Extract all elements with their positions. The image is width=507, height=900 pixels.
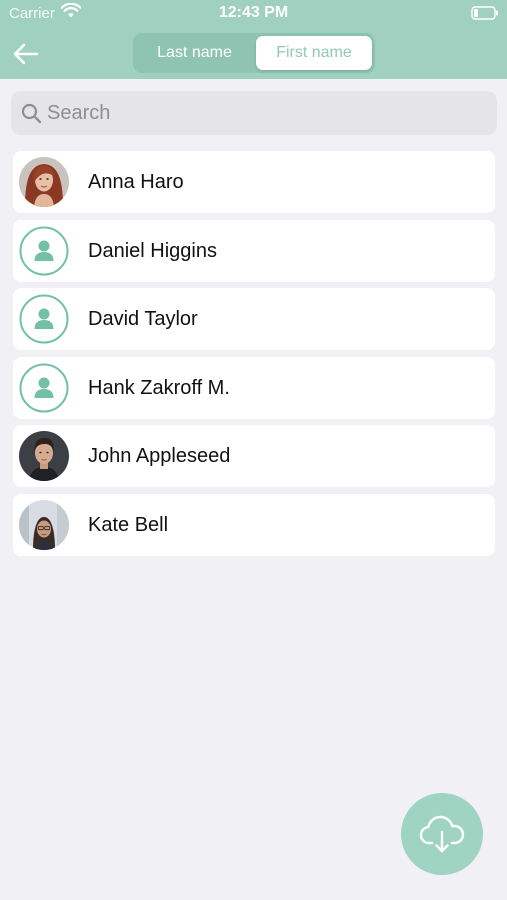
avatar-photo — [19, 499, 69, 550]
search-bar — [11, 91, 497, 135]
contact-row-anna-haro[interactable]: Anna Haro — [13, 151, 495, 213]
back-button[interactable] — [10, 40, 42, 68]
contact-row-david-taylor[interactable]: David Taylor — [13, 288, 495, 350]
battery-icon — [471, 6, 498, 20]
person-placeholder-icon — [19, 363, 69, 413]
contact-name: Hank Zakroff M. — [88, 376, 230, 399]
cloud-download-icon — [419, 815, 465, 853]
segment-first-name[interactable]: First name — [256, 36, 372, 70]
navigation-header: Carrier 12:43 PM Last name First name — [0, 0, 507, 79]
contact-name: David Taylor — [88, 308, 198, 330]
contact-row-kate-bell[interactable]: Kate Bell — [13, 493, 495, 556]
status-bar: Carrier 12:43 PM — [0, 0, 507, 28]
sort-segmented-control: Last name First name — [133, 33, 375, 73]
person-placeholder-icon — [19, 226, 69, 276]
contact-row-daniel-higgins[interactable]: Daniel Higgins — [13, 219, 495, 282]
avatar-photo — [19, 431, 69, 481]
search-input[interactable] — [47, 91, 487, 135]
contact-name: Daniel Higgins — [88, 239, 217, 262]
search-icon — [21, 103, 42, 124]
contact-list: Anna Haro Daniel Higgins David Taylor Ha… — [13, 151, 495, 562]
download-button[interactable] — [401, 793, 483, 875]
contact-name: Kate Bell — [88, 513, 169, 536]
contact-name: Anna Haro — [88, 171, 184, 193]
segment-last-name[interactable]: Last name — [136, 36, 253, 70]
person-placeholder-icon — [19, 294, 69, 344]
contact-name: John Appleseed — [88, 445, 231, 467]
arrow-left-icon — [13, 43, 39, 65]
avatar-photo — [19, 157, 69, 207]
contact-row-john-appleseed[interactable]: John Appleseed — [13, 425, 495, 487]
status-time: 12:43 PM — [218, 4, 289, 21]
contact-row-hank-zakroff[interactable]: Hank Zakroff M. — [13, 356, 495, 419]
